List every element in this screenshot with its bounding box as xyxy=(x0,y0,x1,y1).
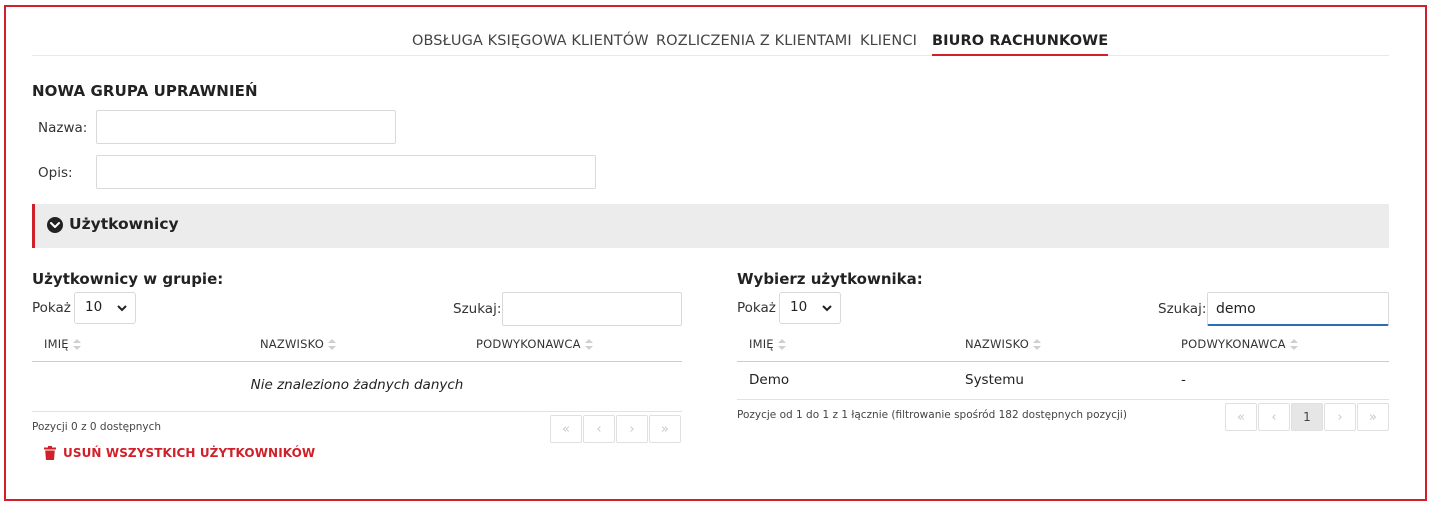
group-col-subcontractor[interactable]: PODWYKONAWCA xyxy=(476,337,593,351)
tab-klienci[interactable]: KLIENCI xyxy=(860,30,917,56)
select-table-info: Pozycje od 1 do 1 z 1 łącznie (filtrowan… xyxy=(737,409,1127,421)
group-col-first-name[interactable]: IMIĘ xyxy=(44,337,81,351)
description-input[interactable] xyxy=(96,155,596,189)
select-col-first-name[interactable]: IMIĘ xyxy=(749,337,786,351)
group-table-header-divider xyxy=(32,361,682,362)
trash-icon xyxy=(44,446,56,460)
group-col-last-name[interactable]: NAZWISKO xyxy=(260,337,336,351)
select-pager-prev-button[interactable]: ‹ xyxy=(1258,403,1290,431)
form-title: NOWA GRUPA UPRAWNIEŃ xyxy=(32,82,258,100)
sort-icon xyxy=(327,339,336,350)
select-search-input[interactable] xyxy=(1207,292,1389,326)
group-pager: « ‹ › » xyxy=(550,415,681,443)
select-pager-page-button[interactable]: 1 xyxy=(1291,403,1323,431)
chevron-down-icon xyxy=(822,305,832,312)
select-search-label: Szukaj: xyxy=(1158,301,1207,317)
group-search-label: Szukaj: xyxy=(453,301,502,317)
row-last-name: Systemu xyxy=(965,372,1024,388)
group-page-size-select[interactable]: 10 xyxy=(74,292,136,324)
users-section-header[interactable]: Użytkownicy xyxy=(32,204,1389,248)
select-user-title: Wybierz użytkownika: xyxy=(737,270,923,288)
group-pager-first-button[interactable]: « xyxy=(550,415,582,443)
tab-rozliczenia[interactable]: ROZLICZENIA Z KLIENTAMI xyxy=(656,30,852,56)
sort-icon xyxy=(584,339,593,350)
select-col-last-name[interactable]: NAZWISKO xyxy=(965,337,1041,351)
users-section-title: Użytkownicy xyxy=(69,215,179,233)
name-label: Nazwa: xyxy=(38,120,88,136)
group-search-input[interactable] xyxy=(502,292,682,326)
group-pager-prev-button[interactable]: ‹ xyxy=(583,415,615,443)
row-subcontractor: - xyxy=(1181,372,1186,388)
tab-obsluga-ksiegowa[interactable]: OBSŁUGA KSIĘGOWA KLIENTÓW xyxy=(412,30,649,56)
select-pager: « ‹ 1 › » xyxy=(1225,403,1389,431)
delete-all-users-label: USUŃ WSZYSTKICH UŻYTKOWNIKÓW xyxy=(63,446,316,460)
description-label: Opis: xyxy=(38,165,73,181)
group-pager-last-button[interactable]: » xyxy=(649,415,681,443)
group-table-bottom-divider xyxy=(32,411,682,412)
name-input[interactable] xyxy=(96,110,396,144)
app-frame xyxy=(4,5,1427,501)
chevron-down-circle-icon xyxy=(47,217,63,233)
group-table-info: Pozycji 0 z 0 dostępnych xyxy=(32,421,162,433)
select-pager-next-button[interactable]: › xyxy=(1324,403,1356,431)
group-pager-next-button[interactable]: › xyxy=(616,415,648,443)
select-show-label: Pokaż xyxy=(737,300,776,316)
group-show-label: Pokaż xyxy=(32,300,71,316)
group-empty-message: Nie znaleziono żadnych danych xyxy=(250,377,464,393)
sort-icon xyxy=(1289,339,1298,350)
sort-icon xyxy=(1032,339,1041,350)
select-col-subcontractor[interactable]: PODWYKONAWCA xyxy=(1181,337,1298,351)
select-pager-first-button[interactable]: « xyxy=(1225,403,1257,431)
sort-icon xyxy=(72,339,81,350)
select-page-size-value: 10 xyxy=(790,299,808,315)
select-pager-last-button[interactable]: » xyxy=(1357,403,1389,431)
select-page-size-select[interactable]: 10 xyxy=(779,292,841,324)
group-users-title: Użytkownicy w grupie: xyxy=(32,270,224,288)
chevron-down-icon xyxy=(117,305,127,312)
select-table-bottom-divider xyxy=(737,399,1389,400)
select-table-header-divider xyxy=(737,361,1389,362)
sort-icon xyxy=(777,339,786,350)
row-first-name: Demo xyxy=(749,372,790,388)
main-tabs: OBSŁUGA KSIĘGOWA KLIENTÓW ROZLICZENIA Z … xyxy=(32,30,1389,56)
tab-biuro-rachunkowe[interactable]: BIURO RACHUNKOWE xyxy=(932,30,1109,56)
delete-all-users-button[interactable]: USUŃ WSZYSTKICH UŻYTKOWNIKÓW xyxy=(44,446,315,460)
group-page-size-value: 10 xyxy=(85,299,103,315)
